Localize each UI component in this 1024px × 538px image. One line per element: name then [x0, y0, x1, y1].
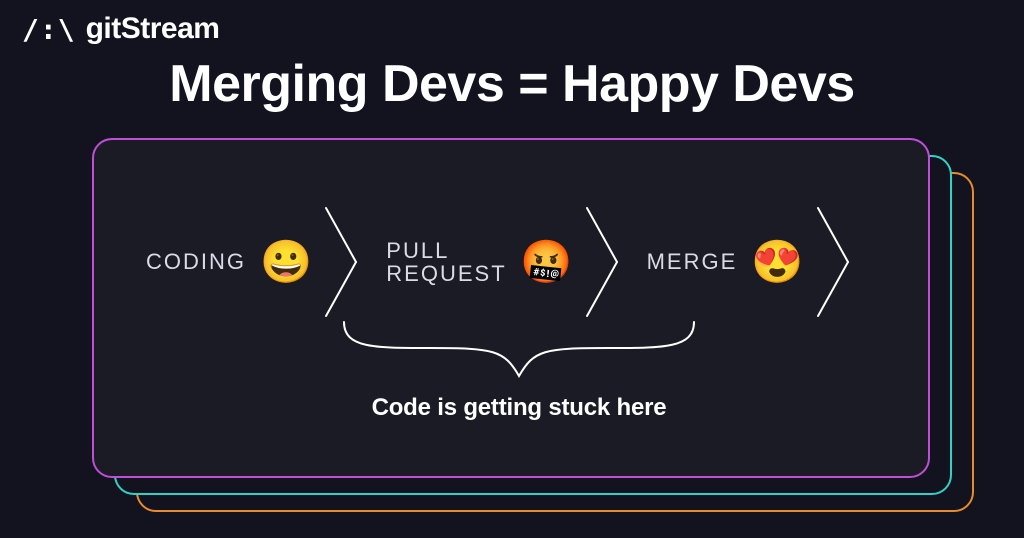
headline: Merging Devs = Happy Devs	[0, 54, 1024, 114]
chevron-icon	[814, 202, 854, 322]
curly-brace-icon	[334, 318, 704, 388]
cursing-face-icon: 🤬	[520, 241, 572, 283]
step-merge: MERGE 😍	[623, 241, 814, 283]
logo-mark-icon: /:\	[22, 13, 76, 46]
grinning-face-icon: 😀	[260, 241, 312, 283]
brace-caption: Code is getting stuck here	[334, 394, 704, 422]
step-label: PULLREQUEST	[386, 239, 506, 285]
step-pull-request: PULLREQUEST 🤬	[362, 239, 582, 285]
flow-steps: CODING 😀 PULLREQUEST 🤬 MERGE 😍	[134, 202, 888, 322]
step-label: MERGE	[647, 250, 738, 273]
heart-eyes-face-icon: 😍	[751, 241, 803, 283]
step-label: CODING	[146, 250, 246, 273]
chevron-icon	[322, 202, 362, 322]
logo-text: gitStream	[86, 12, 220, 46]
logo: /:\ gitStream	[22, 12, 219, 46]
brace-annotation: Code is getting stuck here	[334, 318, 704, 422]
card-front: CODING 😀 PULLREQUEST 🤬 MERGE 😍 Co	[92, 138, 930, 478]
step-coding: CODING 😀	[134, 241, 322, 283]
chevron-icon	[583, 202, 623, 322]
